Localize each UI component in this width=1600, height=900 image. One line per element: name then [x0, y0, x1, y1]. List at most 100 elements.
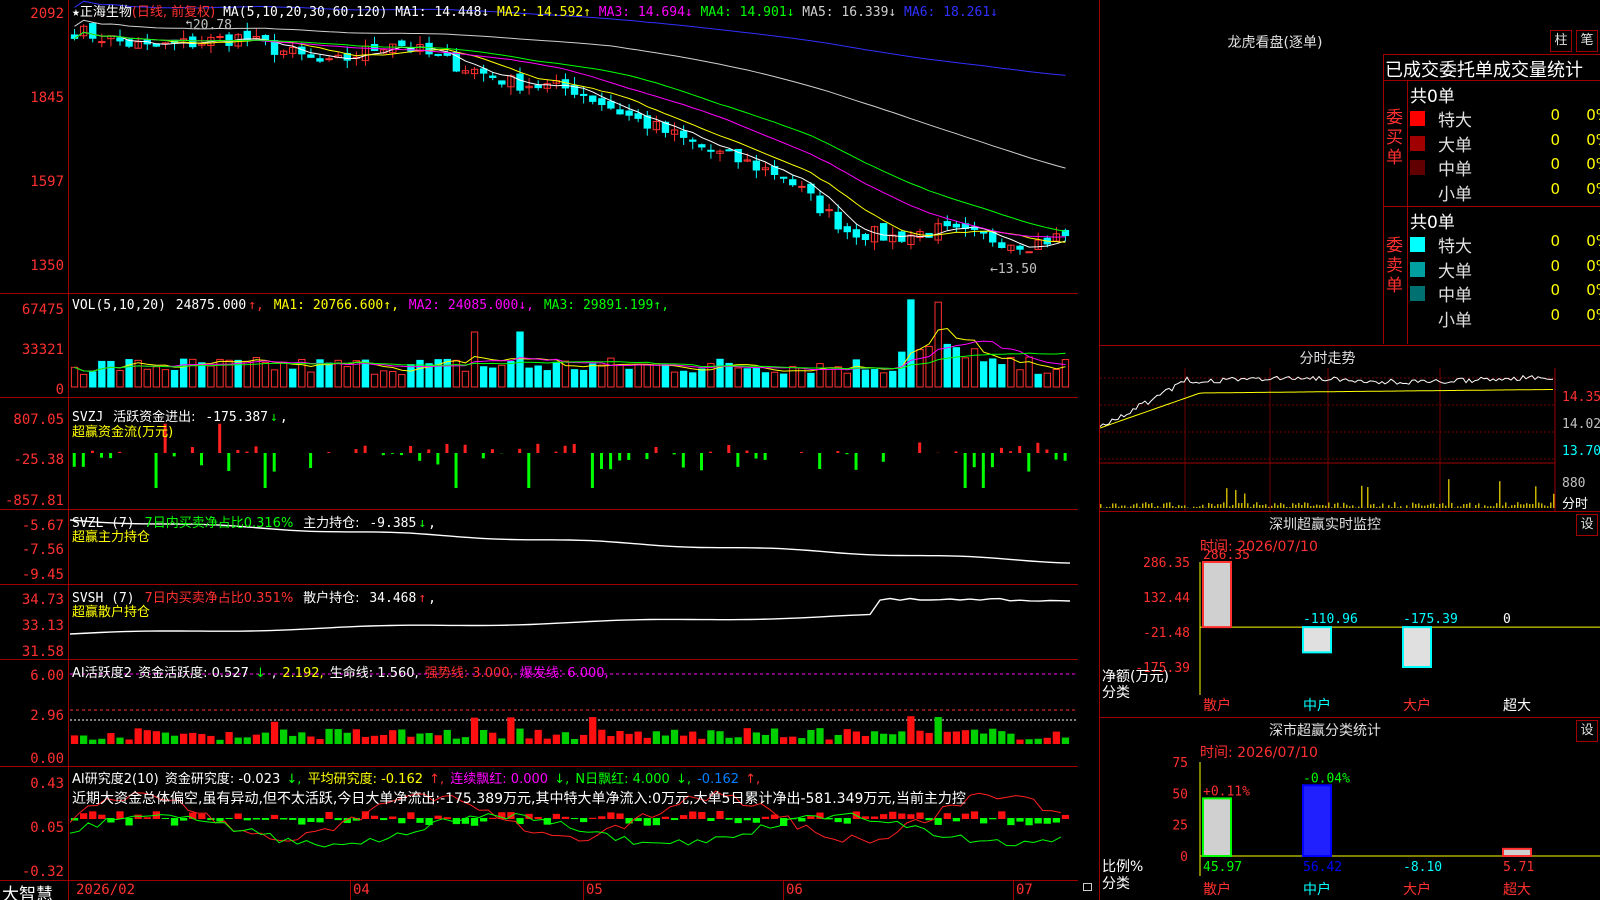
ma-line-1 — [74, 31, 1066, 248]
research-bar-red — [443, 817, 451, 819]
intraday-vol-bar — [1220, 504, 1222, 508]
vol-bar-up — [616, 364, 624, 388]
buy-pct: 0% — [1586, 106, 1600, 124]
buy-count: 0 — [1550, 155, 1560, 173]
svsh-label: 散户持仓: — [303, 591, 360, 606]
intraday-vol-bar — [1148, 503, 1150, 508]
outflow-bar — [981, 453, 985, 488]
intraday-vol-bar — [1223, 502, 1225, 508]
intraday-avg-line — [1100, 389, 1553, 429]
research-bar-red — [270, 814, 279, 819]
outflow-bar — [418, 453, 422, 461]
activity-bar-red — [207, 735, 215, 744]
buy-name: 特大 — [1438, 111, 1472, 131]
intraday-panel[interactable]: 分时走势 14.35 14.02 13.70 880 分时 — [1100, 346, 1600, 512]
vol-bar-up — [607, 357, 615, 388]
y-axis-divider — [68, 0, 69, 900]
activity-bar-red — [489, 732, 497, 744]
intraday-vol-bar — [1280, 502, 1282, 508]
research-bar-green — [670, 818, 679, 821]
intraday-vol-bar — [1181, 505, 1183, 508]
activity-bar-green — [998, 731, 1006, 744]
vol-bar-down — [325, 362, 333, 388]
activity-bar-red — [907, 716, 915, 744]
candle-down — [370, 44, 379, 51]
bar-mode-button[interactable]: 柱 — [1550, 30, 1572, 52]
research-bar-red — [98, 814, 106, 819]
activity-bar-green — [798, 738, 806, 744]
activity-bar-red — [507, 717, 515, 744]
inflow-bar — [254, 446, 258, 453]
inflow-bar — [572, 444, 576, 453]
buy-pct: 0% — [1586, 130, 1600, 149]
inflow-bar — [118, 451, 122, 453]
inflow-bar — [836, 451, 840, 453]
intraday-vol-bar — [1202, 504, 1204, 508]
sell-count: 0 — [1550, 232, 1560, 250]
vol-bar-up — [843, 372, 851, 388]
vol-bar-down — [98, 360, 106, 388]
outflow-bar — [272, 453, 276, 472]
activity-bar-red — [580, 734, 588, 744]
vol-bar-up — [634, 363, 642, 388]
monitor-bar-chart[interactable]: 286.35 132.44 -21.48 -175.39 286.35 散户 -110.96… — [1100, 512, 1600, 717]
candle-down — [952, 223, 961, 228]
intraday-vol-bar — [1268, 506, 1270, 508]
research-bar-green — [1007, 818, 1015, 826]
lock-icon[interactable] — [1083, 883, 1092, 891]
buy-sell-divider — [1383, 206, 1600, 207]
activity-bar-green — [661, 735, 670, 744]
vol-bar-down — [870, 369, 879, 388]
candlestick-chart[interactable] — [70, 0, 1078, 290]
vol-title: VOL(5,10,20) — [72, 298, 166, 313]
divider-svzl — [0, 584, 1078, 585]
research-bar-green — [1052, 818, 1060, 823]
intraday-vol-bar — [1346, 504, 1348, 508]
intraday-vol-bar — [1277, 505, 1279, 508]
high-price-mark: ↰20.78 — [185, 18, 232, 33]
classify-bar-chart[interactable]: 75 50 25 0 +0.11% 45.97 散户 -0.04% 56.42 中户 -8.10 大户… — [1100, 718, 1600, 900]
intraday-vol-bar — [1172, 505, 1174, 508]
vol-ma-value-1: MA1: 20766.600↑, — [273, 298, 407, 313]
activity-bar-green — [807, 729, 815, 744]
candle-down — [616, 109, 624, 115]
vol-bar-down — [534, 365, 542, 388]
candle-down — [852, 229, 861, 238]
ai-activity-part-5: 强势线: 3.000, — [424, 666, 518, 681]
activity-bar-red — [743, 728, 751, 744]
candle-down — [434, 53, 442, 56]
research-bar-green — [725, 818, 733, 820]
activity-bar-red — [961, 730, 970, 744]
price-y-label-0: 2092 — [30, 6, 64, 22]
inflow-bar — [563, 445, 567, 453]
activity-bar-red — [543, 738, 551, 744]
research-bar-green — [398, 818, 406, 824]
candle-down — [634, 113, 642, 119]
activity-bar-red — [552, 734, 560, 744]
divider-svsh — [0, 659, 1078, 660]
candle-down — [707, 149, 715, 152]
activity-bar-red — [916, 730, 924, 744]
activity-bar-red — [270, 721, 279, 744]
price-y-label-2: 1597 — [30, 174, 64, 190]
pen-mode-button[interactable]: 笔 — [1576, 30, 1598, 52]
intraday-vol-bar — [1358, 506, 1360, 508]
classify-value-label: 5.71 — [1503, 860, 1534, 875]
candle-down — [861, 234, 870, 241]
activity-bar-red — [589, 717, 597, 744]
monitor-category-label: 中户 — [1303, 697, 1331, 714]
intraday-vol-bar — [1553, 493, 1555, 508]
intraday-vol-bar — [1520, 504, 1522, 508]
intraday-vol-bar — [1457, 506, 1459, 508]
activity-bar-red — [107, 733, 115, 744]
vol-bar-up — [189, 358, 197, 388]
main-chart-area[interactable]: ★正海生物(日线, 前复权) MA(5,10,20,30,60,120) MA1… — [0, 0, 1092, 900]
research-bar-red — [716, 811, 724, 819]
candle-up — [98, 41, 106, 44]
inflow-bar — [1045, 449, 1049, 453]
sell-pct: 0% — [1586, 281, 1600, 299]
research-bar-green — [334, 818, 342, 821]
intraday-chart[interactable] — [1100, 368, 1600, 511]
activity-bar-red — [389, 730, 397, 744]
vol-bar-down — [861, 369, 870, 388]
